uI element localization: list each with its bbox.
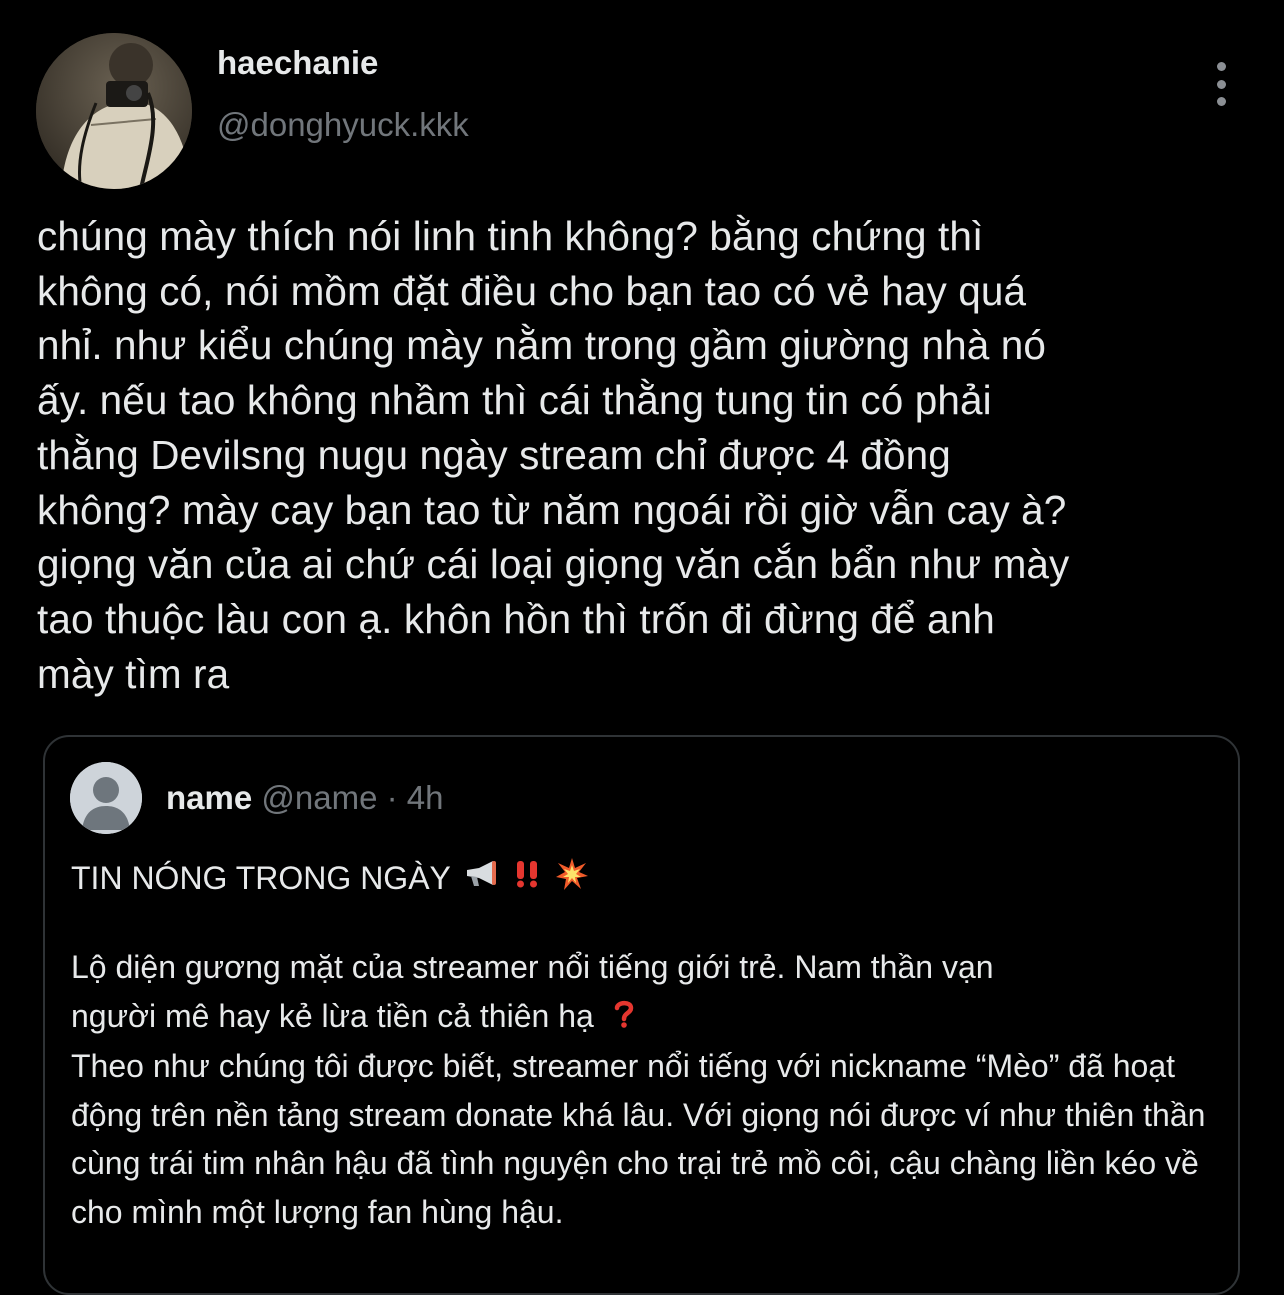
profile-photo-icon xyxy=(36,33,192,189)
double-exclamation-icon xyxy=(511,859,543,897)
quoted-paragraph-2: Theo như chúng tôi được biết, streamer n… xyxy=(71,1048,1206,1230)
quoted-timestamp[interactable]: 4h xyxy=(407,779,444,816)
megaphone-icon xyxy=(463,858,499,898)
author-avatar[interactable] xyxy=(36,33,192,189)
more-vertical-icon xyxy=(1216,62,1226,71)
quoted-paragraph-1: Lộ diện gương mặt của streamer nổi tiếng… xyxy=(71,943,1211,1042)
quoted-paragraph-1-line-1: Lộ diện gương mặt của streamer nổi tiếng… xyxy=(71,949,994,985)
quoted-author-handle[interactable]: @name xyxy=(261,779,377,816)
more-options-button[interactable] xyxy=(1200,58,1242,110)
quoted-paragraph-1-line-2: người mê hay kẻ lừa tiền cả thiên hạ xyxy=(71,997,594,1034)
question-mark-icon xyxy=(613,994,635,1043)
quoted-author-name[interactable]: name xyxy=(166,779,252,816)
author-display-name[interactable]: haechanie xyxy=(217,44,378,82)
meta-separator: · xyxy=(386,779,398,816)
quoted-headline-text: TIN NÓNG TRONG NGÀY xyxy=(71,859,451,896)
quoted-author-avatar[interactable] xyxy=(70,762,142,834)
quoted-tweet-card[interactable]: name @name · 4h TIN NÓNG TRONG NGÀY Lộ d… xyxy=(43,735,1240,1295)
author-handle[interactable]: @donghyuck.kkk xyxy=(217,106,469,144)
default-user-icon xyxy=(70,762,142,834)
tweet-body-text: chúng mày thích nói linh tinh không? bằn… xyxy=(37,213,1070,697)
quoted-tweet-header: name @name · 4h xyxy=(166,779,444,817)
quoted-headline: TIN NÓNG TRONG NGÀY xyxy=(71,857,589,899)
tweet: haechanie @donghyuck.kkk chúng mày thích… xyxy=(0,0,1284,1295)
collision-icon xyxy=(555,857,589,899)
quoted-tweet-body: Lộ diện gương mặt của streamer nổi tiếng… xyxy=(71,943,1211,1236)
